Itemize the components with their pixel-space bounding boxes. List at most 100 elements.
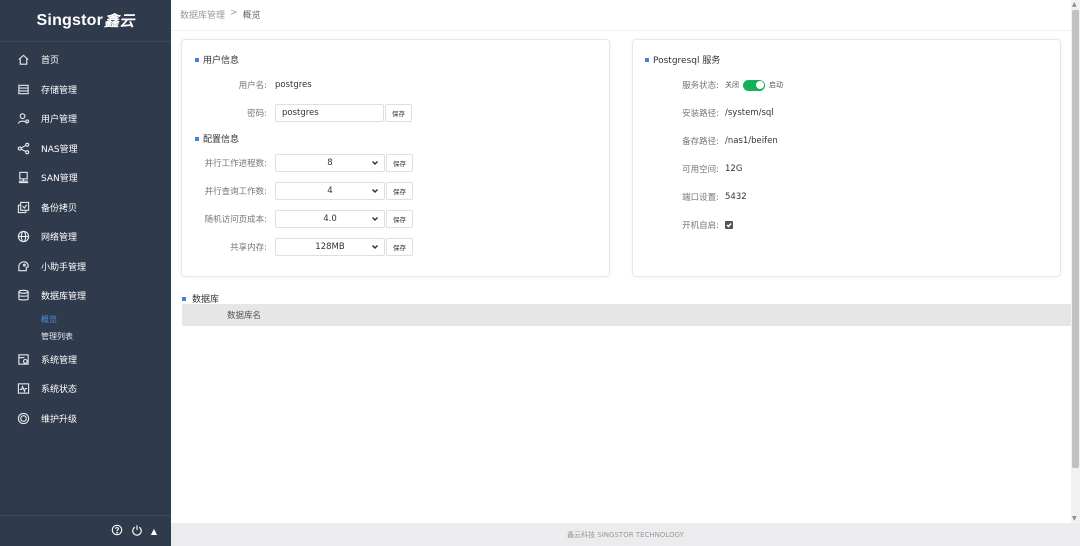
sidebar-item-label: 维护升级: [41, 414, 78, 425]
backup-path-link[interactable]: /nas1/beifen: [725, 136, 778, 146]
chevron-down-icon: [371, 215, 379, 223]
username-label: 用户名:: [238, 81, 267, 91]
config-row-page-cost: 随机访问页成本: 4.0 保存: [195, 210, 413, 228]
install-path-label: 安装路径:: [682, 109, 719, 119]
sidebar-item-system[interactable]: 系统管理: [0, 345, 171, 375]
help-icon[interactable]: [111, 524, 123, 539]
breadcrumb: 数据库管理 > 概览: [180, 8, 261, 21]
section-marker: [645, 57, 649, 62]
scroll-down-icon[interactable]: ▼: [1072, 515, 1077, 522]
sidebar-nav: 首页 存储管理 用户管理 NAS管理 SAN管理 备份拷贝 网络管理 小助手管理…: [0, 45, 171, 433]
install-path-row: 安装路径: /system/sql: [645, 104, 774, 122]
config-info-title: 配置信息: [195, 132, 239, 145]
sidebar-subitem-manage-list[interactable]: 管理列表: [0, 328, 171, 345]
main-content: 数据库管理 > 概览 用户信息 用户名: postgres 密码: postgr…: [171, 0, 1080, 546]
port-label: 端口设置:: [682, 193, 719, 203]
sidebar-item-label: 存储管理: [41, 85, 78, 96]
password-save-button[interactable]: 保存: [385, 104, 412, 122]
toggle-knob: [755, 81, 764, 89]
vertical-scrollbar[interactable]: ▲ ▼: [1071, 0, 1080, 523]
sidebar-item-database[interactable]: 数据库管理: [0, 281, 171, 311]
logo[interactable]: Singstor 鑫云: [0, 0, 171, 42]
scroll-up-icon[interactable]: ▲: [1072, 1, 1077, 8]
username-row: 用户名: postgres: [195, 76, 312, 94]
select-value: 128MB: [315, 242, 345, 252]
status-label: 服务状态:: [682, 81, 719, 91]
query-workers-select[interactable]: 4: [275, 182, 385, 200]
chevron-down-icon: [371, 159, 379, 167]
service-title: Postgresql 服务: [645, 53, 720, 66]
sidebar-item-upgrade[interactable]: 维护升级: [0, 404, 171, 434]
scrollbar-thumb[interactable]: [1072, 10, 1079, 468]
config-label: 并行查询工作数:: [204, 187, 267, 197]
backup-icon: [17, 201, 30, 214]
chevron-down-icon: [371, 243, 379, 251]
shared-memory-select[interactable]: 128MB: [275, 238, 385, 256]
service-toggle[interactable]: [743, 79, 765, 91]
sidebar-item-network[interactable]: 网络管理: [0, 222, 171, 252]
service-status-row: 服务状态: 关闭 启动: [645, 76, 783, 94]
expand-arrow-icon[interactable]: ▲: [151, 527, 157, 536]
san-icon: [17, 171, 30, 184]
config-row-shared-memory: 共享内存: 128MB 保存: [195, 238, 413, 256]
query-workers-save-button[interactable]: 保存: [386, 182, 413, 200]
sidebar-item-backup[interactable]: 备份拷贝: [0, 193, 171, 223]
status-off-label: 关闭: [725, 81, 739, 89]
config-label: 共享内存:: [230, 243, 267, 253]
sidebar-item-label: 首页: [41, 56, 60, 67]
sidebar-footer: ▲: [0, 515, 171, 546]
port-value: 5432: [725, 192, 747, 202]
config-label: 并行工作进程数:: [204, 159, 267, 169]
config-row-query-workers: 并行查询工作数: 4 保存: [195, 182, 413, 200]
sidebar-item-home[interactable]: 首页: [0, 45, 171, 75]
sidebar-item-nas[interactable]: NAS管理: [0, 134, 171, 164]
port-row: 端口设置: 5432: [645, 188, 747, 206]
breadcrumb-separator: >: [230, 8, 238, 18]
monitor-icon: [17, 382, 30, 395]
select-value: 4: [327, 186, 333, 196]
sidebar-item-storage[interactable]: 存储管理: [0, 75, 171, 105]
sidebar-item-label: 网络管理: [41, 233, 78, 244]
sidebar-item-label: 数据库管理: [41, 292, 87, 303]
sidebar-subitem-overview[interactable]: 概览: [0, 311, 171, 328]
user-info-title: 用户信息: [195, 53, 239, 66]
select-value: 4.0: [323, 214, 337, 224]
header-divider: [171, 30, 1071, 31]
config-row-workers: 并行工作进程数: 8 保存: [195, 154, 413, 172]
backup-path-label: 备存路径:: [682, 137, 719, 147]
database-icon: [17, 289, 30, 302]
password-input[interactable]: postgres: [275, 104, 384, 122]
column-header-dbname[interactable]: 数据库名: [227, 309, 261, 321]
workers-save-button[interactable]: 保存: [386, 154, 413, 172]
database-table-header: 数据库名: [182, 304, 1075, 326]
workers-select[interactable]: 8: [275, 154, 385, 172]
users-icon: [17, 112, 30, 125]
section-marker: [182, 296, 186, 301]
sidebar-item-san[interactable]: SAN管理: [0, 163, 171, 193]
sidebar-item-label: 系统状态: [41, 385, 78, 396]
config-info-title-text: 配置信息: [203, 135, 240, 145]
sidebar-item-label: 用户管理: [41, 115, 78, 126]
shared-memory-save-button[interactable]: 保存: [386, 238, 413, 256]
autostart-checkbox[interactable]: [725, 221, 733, 229]
upgrade-icon: [17, 412, 30, 425]
globe-icon: [17, 230, 30, 243]
breadcrumb-current: 概览: [242, 11, 261, 21]
sidebar-item-assistant[interactable]: 小助手管理: [0, 252, 171, 282]
power-icon[interactable]: [131, 524, 143, 539]
sidebar-item-status[interactable]: 系统状态: [0, 374, 171, 404]
autostart-label: 开机自启:: [682, 221, 719, 231]
breadcrumb-parent[interactable]: 数据库管理: [180, 8, 225, 21]
share-icon: [17, 142, 30, 155]
home-icon: [17, 53, 30, 66]
sidebar-item-label: 小助手管理: [41, 262, 87, 273]
section-marker: [195, 57, 199, 62]
user-info-title-text: 用户信息: [203, 56, 240, 66]
install-path-link[interactable]: /system/sql: [725, 108, 774, 118]
sidebar-item-users[interactable]: 用户管理: [0, 104, 171, 134]
available-space-label: 可用空间:: [682, 165, 719, 175]
select-value: 8: [327, 158, 333, 168]
page-cost-save-button[interactable]: 保存: [386, 210, 413, 228]
username-value: postgres: [275, 80, 312, 90]
page-cost-select[interactable]: 4.0: [275, 210, 385, 228]
